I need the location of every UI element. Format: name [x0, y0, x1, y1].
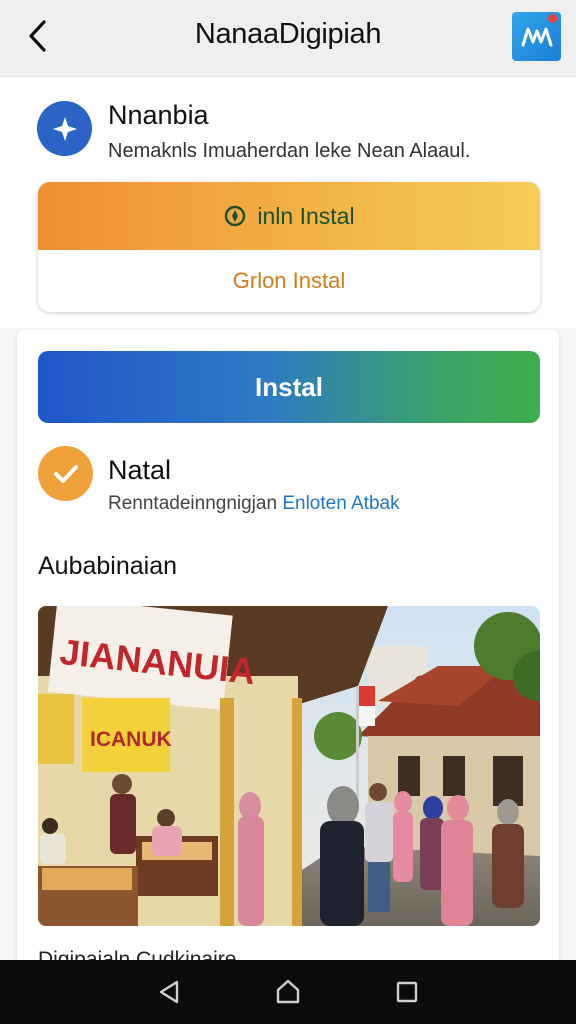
nav-back-button[interactable] [149, 972, 189, 1012]
install-option-primary-label: inln Instal [257, 202, 355, 229]
market-street-photo: JIANANUIA ICANUK [38, 606, 540, 926]
install-button[interactable]: Instal [38, 351, 540, 423]
notification-dot [548, 14, 557, 23]
photo-caption: Digipaialn Cudkinaire [38, 948, 237, 960]
main-card: Instal Natal Renntadeinngnigjan Enloten … [17, 330, 559, 960]
status-description-text: Renntadeinngnigjan [108, 493, 278, 514]
section-heading: Aubabinaian [38, 552, 178, 580]
content-area[interactable]: Nnanbia Nemaknls Imuaherdan leke Nean Al… [0, 78, 576, 960]
nav-recents-button[interactable] [387, 972, 427, 1012]
triangle-back-icon [160, 980, 179, 1004]
square-recents-icon [396, 981, 417, 1003]
install-options-card: inln Instal Grlon Instal [38, 182, 540, 312]
star-compass-icon [37, 101, 92, 156]
app-title: NanaaDigipiah [194, 18, 382, 50]
app-description: Nemaknls Imuaherdan leke Nean Alaaul. [108, 140, 471, 162]
target-icon [225, 205, 246, 227]
nav-home-button[interactable] [268, 972, 308, 1012]
system-nav-bar [0, 960, 576, 1024]
banner-text: ICANUK [90, 728, 172, 751]
app-info-section: Nnanbia Nemaknls Imuaherdan leke Nean Al… [0, 78, 576, 328]
install-option-secondary[interactable]: Grlon Instal [38, 250, 540, 312]
status-title: Natal [108, 455, 172, 485]
status-description: Renntadeinngnigjan Enloten Atbak [108, 493, 400, 515]
app-name: Nnanbia [108, 100, 209, 130]
check-icon [38, 446, 93, 501]
app-logo-icon[interactable] [512, 12, 561, 61]
logo-mark-icon [521, 27, 552, 46]
install-option-primary[interactable]: inln Instal [38, 182, 540, 250]
app-bar: NanaaDigipiah [0, 0, 576, 78]
status-link[interactable]: Enloten Atbak [282, 493, 399, 514]
home-icon [276, 979, 300, 1004]
